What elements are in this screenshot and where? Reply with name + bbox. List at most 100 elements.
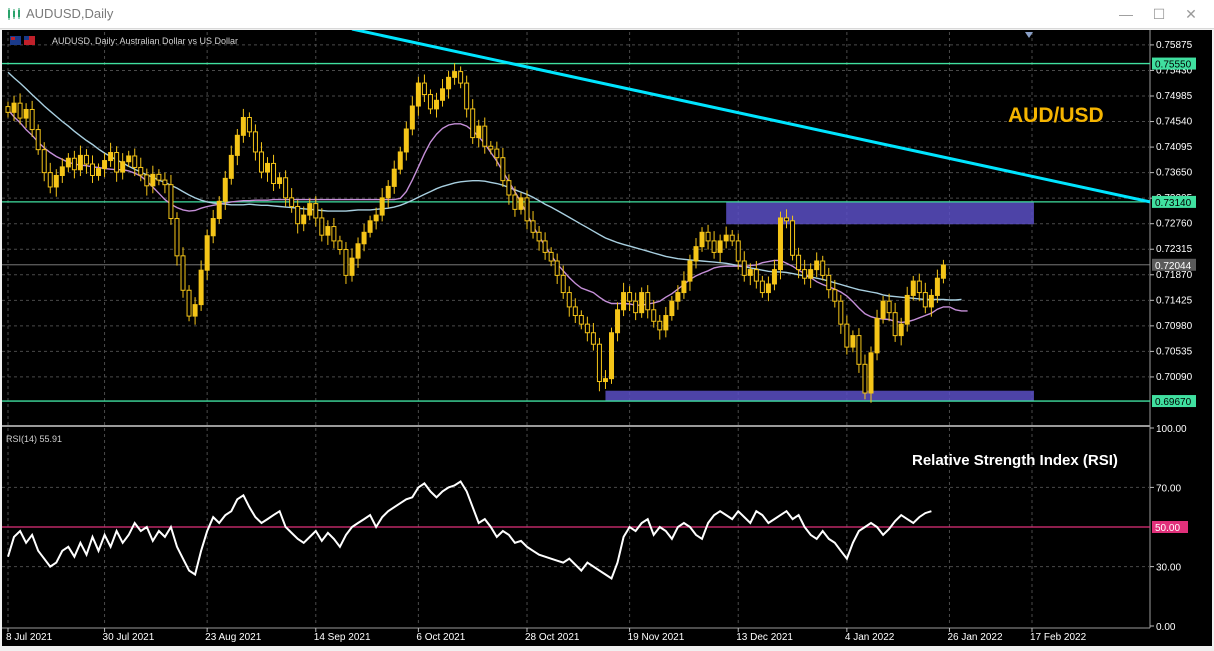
- bull-candle-body: [59, 166, 65, 176]
- title-bar[interactable]: AUDUSD,Daily — ☐ ✕: [0, 0, 1214, 29]
- bull-candle-body: [192, 304, 198, 317]
- price-tick-label: 0.70980: [1156, 321, 1193, 332]
- level-price-label: 0.69670: [1155, 397, 1192, 408]
- bear-candle-body: [524, 197, 530, 222]
- bear-candle-body: [427, 94, 433, 110]
- bear-candle-body: [41, 149, 47, 174]
- bull-candle-body: [126, 155, 132, 163]
- bull-candle-body: [681, 280, 687, 294]
- time-tick-label: 17 Feb 2022: [1030, 632, 1087, 643]
- price-tick-label: 0.70090: [1156, 372, 1193, 383]
- bull-candle-body: [150, 173, 156, 187]
- rsi-tick-label: 100.00: [1156, 424, 1187, 435]
- bear-candle-body: [47, 172, 53, 188]
- bear-candle-body: [530, 220, 536, 233]
- bear-candle-body: [470, 108, 476, 139]
- bear-candle-body: [759, 280, 765, 294]
- bear-candle-body: [554, 260, 560, 276]
- chart-window: AUDUSD,Daily — ☐ ✕ 0.75875 0.75430 0.74985…: [0, 0, 1214, 650]
- bull-candle-body: [385, 185, 391, 199]
- bear-candle-body: [482, 125, 488, 147]
- bull-candle-body: [403, 128, 409, 153]
- rsi-chart-title: Relative Strength Index (RSI): [912, 452, 1118, 469]
- bear-candle-body: [826, 274, 832, 291]
- current-price-label: 0.72044: [1155, 261, 1192, 272]
- price-tick-label: 0.72760: [1156, 219, 1193, 230]
- bear-candle-body: [500, 157, 506, 182]
- bull-candle-body: [307, 203, 313, 216]
- bear-candle-body: [572, 306, 578, 317]
- bear-candle-body: [832, 289, 838, 302]
- bear-candle-body: [584, 323, 590, 334]
- bear-candle-body: [820, 260, 826, 276]
- bear-candle-body: [657, 320, 663, 331]
- minimize-button[interactable]: —: [1112, 4, 1140, 24]
- bull-candle-body: [11, 102, 17, 113]
- bear-candle-body: [162, 179, 168, 186]
- bear-candle-body: [548, 251, 554, 262]
- maximize-button[interactable]: ☐: [1145, 4, 1173, 24]
- price-tick-label: 0.73650: [1156, 168, 1193, 179]
- chart-area[interactable]: 0.75875 0.75430 0.74985 0.74540 0.74095 0.736…: [2, 27, 1212, 646]
- bull-candle-body: [452, 71, 458, 78]
- bear-candle-body: [132, 155, 138, 168]
- bear-candle-body: [590, 332, 596, 345]
- bull-candle-body: [120, 161, 126, 173]
- bear-candle-body: [741, 260, 747, 276]
- rsi-tick-label: 0.00: [1156, 622, 1176, 633]
- bear-candle-body: [186, 289, 192, 317]
- bear-candle-body: [802, 269, 808, 279]
- bull-candle-body: [325, 226, 331, 236]
- bear-candle-body: [578, 315, 584, 325]
- bull-candle-body: [440, 88, 446, 101]
- bear-candle-body: [560, 274, 566, 294]
- bear-candle-body: [144, 174, 150, 187]
- bull-candle-body: [391, 168, 397, 187]
- bull-candle-body: [765, 283, 771, 294]
- bull-candle-body: [240, 117, 246, 136]
- bull-candle-body: [222, 177, 228, 202]
- bull-candle-body: [723, 234, 729, 242]
- bull-candle-body: [934, 277, 940, 296]
- bull-candle-body: [301, 214, 307, 225]
- bull-candle-body: [409, 105, 415, 130]
- bear-candle-body: [5, 106, 11, 113]
- chart-canvas[interactable]: 0.758750.754300.749850.745400.740950.736…: [2, 27, 1212, 646]
- bull-candle-body: [204, 235, 210, 271]
- bear-candle-body: [331, 226, 337, 242]
- price-tick-label: 0.70535: [1156, 346, 1193, 357]
- bull-candle-body: [228, 154, 234, 179]
- bull-candle-body: [53, 174, 59, 188]
- bull-candle-body: [23, 108, 29, 119]
- bear-candle-body: [753, 269, 759, 282]
- bull-candle-body: [928, 294, 934, 308]
- bull-candle-body: [898, 323, 904, 337]
- bull-candle-body: [687, 260, 693, 282]
- bear-candle-body: [645, 292, 651, 311]
- bull-candle-body: [880, 300, 886, 319]
- bear-candle-body: [633, 300, 639, 314]
- bear-candle-body: [536, 231, 542, 242]
- bull-candle-body: [771, 269, 777, 285]
- bull-candle-body: [415, 82, 421, 107]
- time-tick-label: 28 Oct 2021: [525, 632, 580, 643]
- price-tick-label: 0.75875: [1156, 40, 1193, 51]
- bear-candle-body: [156, 173, 162, 181]
- bear-candle-body: [922, 292, 928, 308]
- price-chart-title: AUD/USD: [1008, 104, 1104, 127]
- close-button[interactable]: ✕: [1177, 4, 1205, 24]
- price-tick-label: 0.71425: [1156, 295, 1193, 306]
- bear-candle-body: [114, 152, 120, 173]
- bull-candle-body: [102, 160, 108, 170]
- price-zone: [726, 201, 1034, 225]
- bear-candle-body: [271, 162, 277, 185]
- bear-candle-body: [17, 102, 23, 119]
- bull-candle-body: [349, 257, 355, 276]
- bull-candle-body: [446, 76, 452, 90]
- bull-candle-body: [904, 294, 910, 325]
- bull-candle-body: [940, 264, 946, 279]
- bear-candle-body: [319, 217, 325, 236]
- rsi-mid-label: 50.00: [1155, 523, 1180, 534]
- bear-candle-body: [458, 71, 464, 84]
- time-tick-label: 14 Sep 2021: [314, 632, 371, 643]
